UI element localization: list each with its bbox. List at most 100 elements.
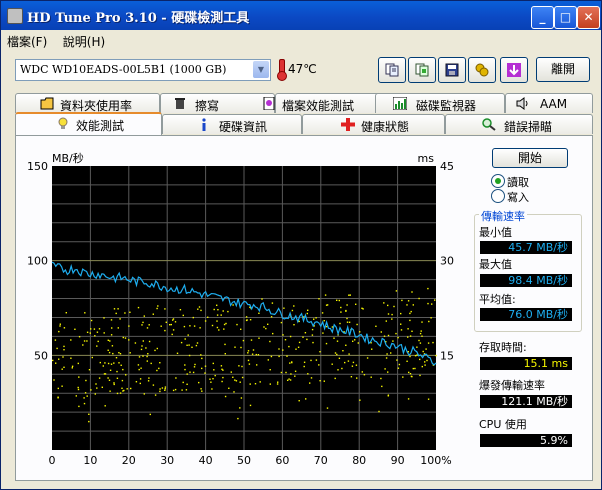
access-time-point <box>357 342 359 344</box>
access-time-point <box>263 326 265 328</box>
access-time-point <box>154 394 157 396</box>
access-time-point <box>319 351 321 353</box>
access-time-point <box>109 369 112 371</box>
exit-button[interactable]: 離開 <box>536 57 590 82</box>
access-time-point <box>284 339 287 341</box>
access-time-point <box>174 388 177 391</box>
access-time-point <box>344 361 346 364</box>
access-time-point <box>338 357 341 359</box>
tab-file-benchmark[interactable]: 檔案效能測試 <box>263 93 390 113</box>
access-time-point <box>269 340 271 343</box>
access-time-point <box>359 331 361 333</box>
access-time-point <box>351 365 354 367</box>
access-time-point <box>138 368 140 371</box>
title-bar[interactable]: HD Tune Pro 3.10 - 硬碟檢測工具 _ □ ✕ <box>1 1 601 30</box>
chevron-down-icon[interactable]: ▼ <box>253 61 269 78</box>
menu-file[interactable]: 檔案(F) <box>1 30 53 53</box>
access-time-point <box>186 373 188 375</box>
avg-value: 76.0 MB/秒 <box>480 308 572 321</box>
access-time-point <box>137 306 140 309</box>
access-time-point <box>117 308 119 310</box>
access-time-point <box>171 333 173 336</box>
copy-screenshot-icon <box>415 63 429 77</box>
tab-error-scan[interactable]: 錯誤掃瞄 <box>445 114 593 134</box>
access-time-point <box>148 324 150 326</box>
access-time-point <box>285 371 287 374</box>
health-cross-icon <box>341 118 355 131</box>
min-value: 45.7 MB/秒 <box>480 241 572 254</box>
access-time-point <box>107 339 109 341</box>
tab-erase[interactable]: 擦寫 <box>160 93 275 113</box>
x-tick-label: 100% <box>420 454 451 467</box>
access-time-point <box>118 352 120 354</box>
minimize-button[interactable]: _ <box>531 6 554 29</box>
read-radio[interactable] <box>491 174 505 188</box>
access-time-point <box>236 323 238 326</box>
access-time-point <box>345 344 347 346</box>
tab-benchmark[interactable]: 效能測試 <box>15 112 162 135</box>
app-icon <box>7 8 23 24</box>
download-button[interactable] <box>500 57 528 83</box>
write-radio[interactable] <box>491 189 505 203</box>
menu-help[interactable]: 說明(H) <box>57 30 111 53</box>
save-button[interactable] <box>438 57 466 83</box>
access-time-point <box>336 353 338 356</box>
access-time-point <box>143 315 145 317</box>
access-time-point <box>387 313 390 315</box>
access-time-point <box>149 413 151 416</box>
access-time-point <box>217 309 219 311</box>
access-time-point <box>265 327 267 330</box>
access-time-point <box>381 385 383 388</box>
access-time-point <box>347 360 350 362</box>
access-time-point <box>224 343 226 346</box>
access-time-point <box>303 361 306 363</box>
y-tick-right: 45 <box>440 160 454 173</box>
copy-text-button[interactable] <box>378 57 406 83</box>
access-time-point <box>70 339 72 341</box>
tab-folder-usage[interactable]: 資料夾使用率 <box>15 93 160 113</box>
drive-select[interactable]: WDC WD10EADS-00L5B1 (1000 GB) ▼ <box>15 59 271 81</box>
access-time-point <box>164 386 167 388</box>
access-time-point <box>349 294 351 296</box>
access-time-point <box>318 298 320 300</box>
copy-screenshot-button[interactable] <box>408 57 436 83</box>
access-time-point <box>164 329 166 332</box>
y-axis-right-label: ms <box>418 152 435 165</box>
maximize-button[interactable]: □ <box>554 6 577 29</box>
access-time-point <box>198 381 200 384</box>
access-time-point <box>107 362 110 365</box>
access-time-point <box>420 330 422 332</box>
access-time-point <box>96 331 99 333</box>
tab-aam[interactable]: AAM <box>505 93 593 113</box>
access-time-point <box>249 383 251 385</box>
close-button[interactable]: ✕ <box>577 6 600 29</box>
speaker-icon <box>516 97 528 110</box>
access-time-point <box>165 321 167 323</box>
access-time-point <box>272 332 274 335</box>
access-time-point <box>78 376 80 378</box>
access-time-point <box>91 356 93 359</box>
tab-disk-monitor[interactable]: 磁碟監視器 <box>375 93 505 113</box>
access-time-point <box>412 304 414 306</box>
access-time-point <box>342 350 344 352</box>
access-time-point <box>363 374 366 376</box>
access-time-point <box>199 327 201 329</box>
access-time-point <box>159 390 161 393</box>
access-time-point <box>338 299 340 302</box>
access-time-point <box>124 312 126 314</box>
start-button[interactable]: 開始 <box>492 148 568 168</box>
access-time-point <box>83 397 85 399</box>
access-time-point <box>184 338 186 340</box>
access-time-point <box>282 349 284 351</box>
tab-health[interactable]: 健康狀態 <box>302 114 445 134</box>
access-time-point <box>325 342 328 345</box>
access-time-point <box>184 364 186 366</box>
access-time-point <box>145 347 147 349</box>
options-button[interactable] <box>468 57 496 83</box>
tab-disk-info[interactable]: 硬碟資訊 <box>162 114 302 134</box>
access-time-point <box>387 334 390 337</box>
access-time-point <box>267 323 269 325</box>
access-time-point <box>235 380 238 382</box>
benchmark-chart: MB/秒 ms150 45100 3050 150 10 20 30 40 50 60 70 80 90 1… <box>27 151 454 467</box>
access-time-point <box>406 360 408 362</box>
